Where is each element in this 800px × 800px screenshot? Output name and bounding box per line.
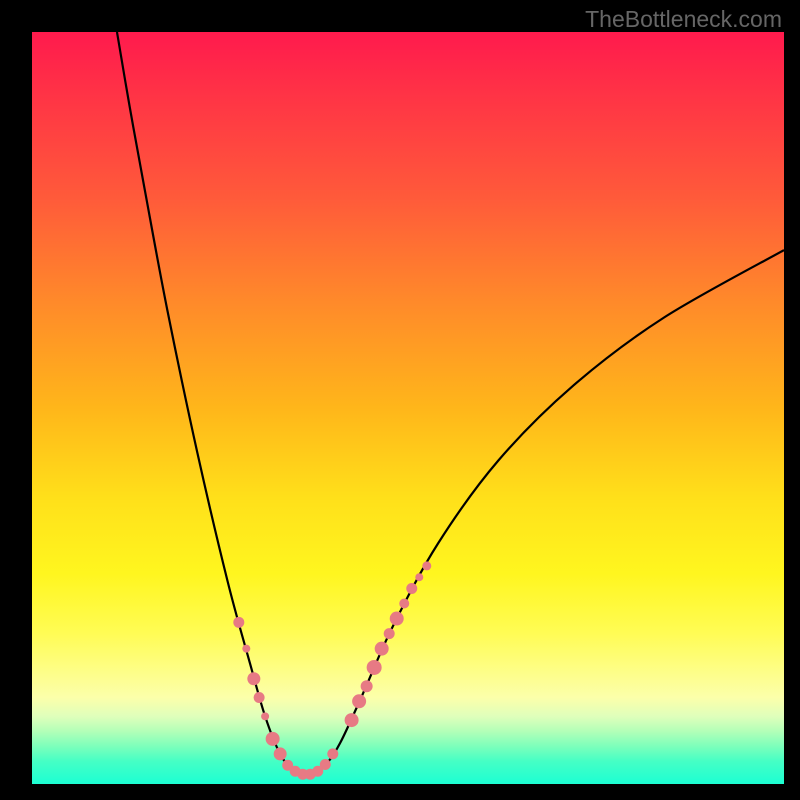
v-curve-path <box>117 32 784 776</box>
data-point <box>384 628 395 639</box>
watermark-text: TheBottleneck.com <box>585 6 782 33</box>
data-point <box>242 645 250 653</box>
data-point <box>233 617 244 628</box>
data-point <box>422 561 431 570</box>
data-point <box>399 599 409 609</box>
bottleneck-curve <box>32 32 784 784</box>
data-point <box>345 713 359 727</box>
data-point <box>266 732 280 746</box>
chart-plot-area <box>32 32 784 784</box>
data-point <box>274 747 287 760</box>
data-point <box>367 660 382 675</box>
data-point <box>406 583 417 594</box>
data-point <box>327 748 338 759</box>
data-points <box>233 561 431 779</box>
data-point <box>261 712 269 720</box>
data-point <box>352 694 366 708</box>
data-point <box>361 680 373 692</box>
data-point <box>415 573 423 581</box>
data-point <box>375 642 389 656</box>
data-point <box>320 759 331 770</box>
data-point <box>247 672 260 685</box>
data-point <box>254 692 265 703</box>
data-point <box>390 612 404 626</box>
